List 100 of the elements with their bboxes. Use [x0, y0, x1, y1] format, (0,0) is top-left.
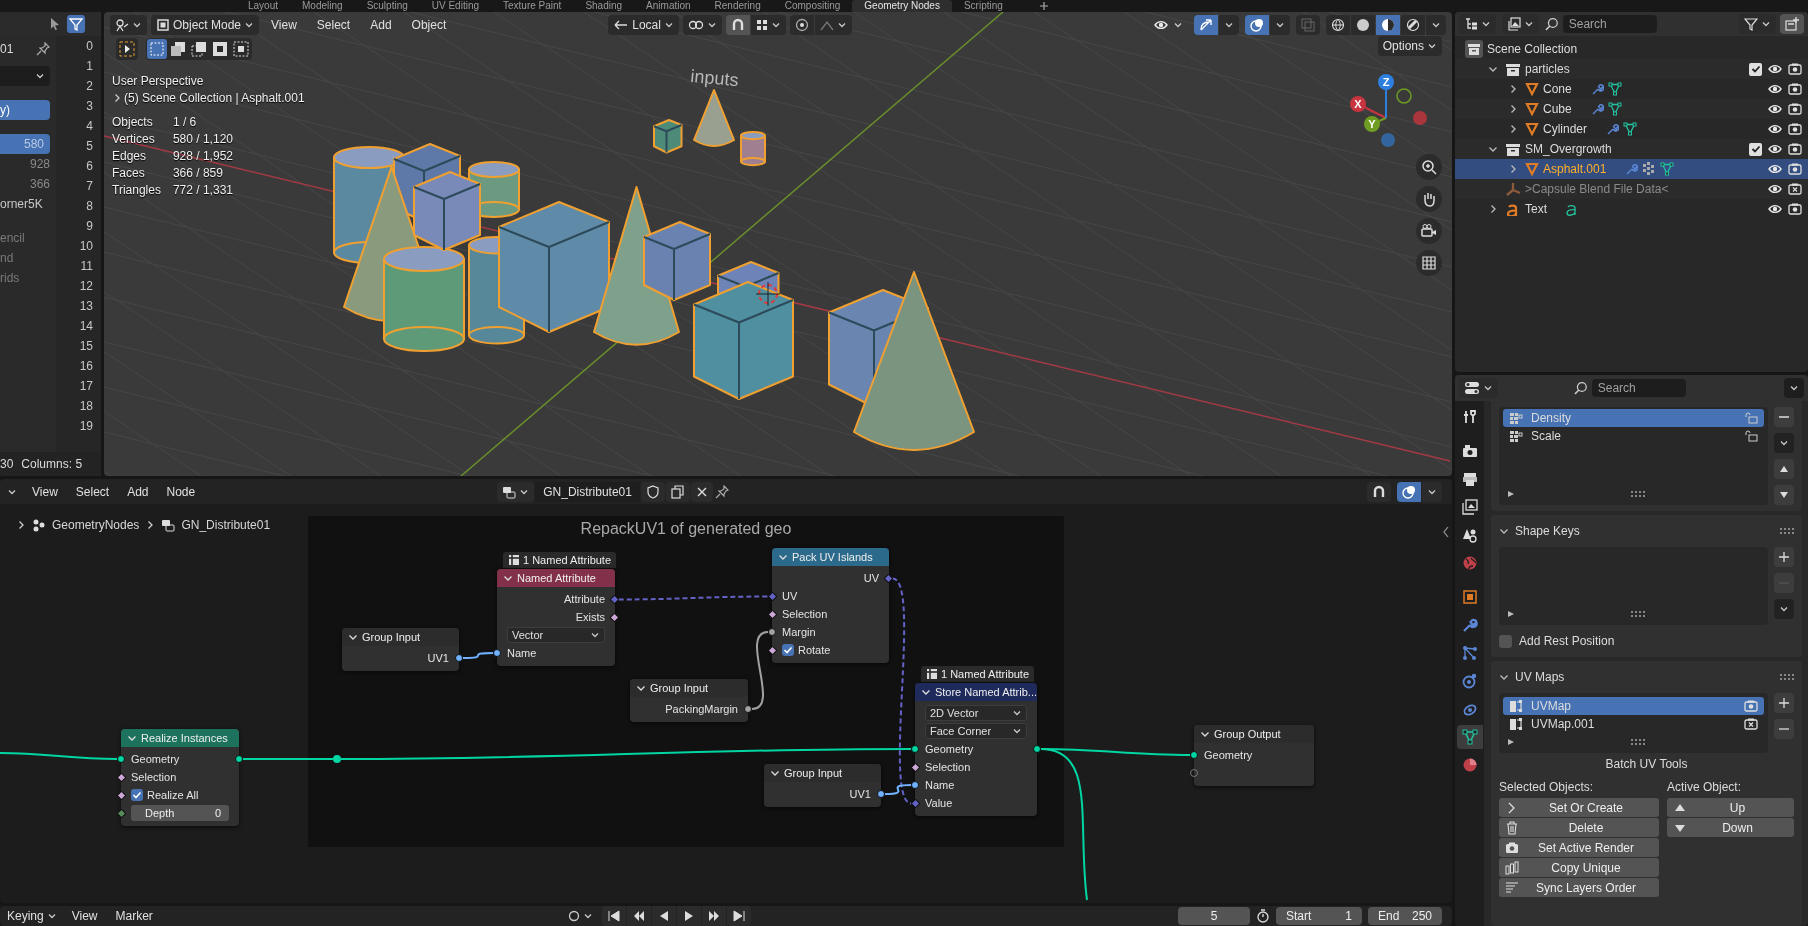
workspace-tab[interactable]: Texture Paint	[491, 0, 574, 12]
tool-button[interactable]: Set Or Create	[1499, 798, 1659, 817]
row-number: 2	[86, 78, 93, 95]
list-item[interactable]: 928	[0, 154, 56, 174]
node-title: Group Input	[650, 682, 709, 695]
node-badge-label: 1 Named Attribute	[941, 668, 1030, 681]
tree-item[interactable]: Asphalt.001	[1455, 159, 1808, 179]
row-number: 3	[86, 98, 93, 115]
row-number: 7	[86, 178, 93, 195]
socket-label: Name	[925, 779, 955, 792]
workspace-tab[interactable]: Layout	[236, 0, 291, 12]
menu-item[interactable]: Select	[67, 481, 118, 502]
tree-item[interactable]: Text	[1455, 199, 1808, 219]
dropdown[interactable]: Face Corner	[925, 723, 1027, 740]
list-item[interactable]: UVMap.001	[1503, 715, 1764, 733]
dropdown[interactable]: 2D Vector	[925, 705, 1027, 722]
stat-value: 366 / 859	[172, 165, 224, 182]
menu-item[interactable]: Node	[158, 481, 204, 502]
keying-dropdown[interactable]: Keying	[2, 906, 62, 926]
start-frame-field[interactable]: Start 1	[1276, 907, 1362, 925]
breadcrumb-item[interactable]: GeometryNodes	[52, 518, 140, 533]
end-frame-field[interactable]: End 250	[1368, 907, 1442, 925]
row-number: 6	[86, 158, 93, 175]
navigation-gizmo[interactable]: X Y Z	[1350, 74, 1427, 147]
item-label: Cone	[1543, 82, 1572, 96]
panel-header[interactable]: UV Maps	[1499, 667, 1794, 687]
menu-item[interactable]: Add	[362, 15, 400, 35]
row-number: 16	[79, 358, 93, 375]
dropdown[interactable]: Vector	[507, 627, 605, 644]
axis-label: Y	[1368, 118, 1376, 130]
tool-button[interactable]: Delete	[1499, 818, 1659, 837]
menu-item[interactable]: Add	[119, 481, 157, 502]
breadcrumb-item[interactable]: GN_Distribute01	[181, 518, 271, 533]
row-number: 15	[79, 338, 93, 355]
node-header[interactable]: Group Output	[1194, 725, 1314, 744]
tree-item[interactable]: Cylinder	[1455, 119, 1808, 139]
workspace-tab[interactable]: Scripting	[951, 0, 1015, 12]
stat-value: 580 / 1,120	[172, 131, 233, 148]
socket-label: Geometry	[1204, 749, 1253, 762]
node-header[interactable]: Store Named Attrib...	[915, 683, 1037, 702]
list-item[interactable]: Density	[1503, 409, 1764, 427]
menu-item[interactable]: Object	[403, 15, 455, 35]
node-header[interactable]: Group Input	[342, 628, 459, 647]
tree-item[interactable]: Cone	[1455, 79, 1808, 99]
tool-button[interactable]: Down	[1667, 818, 1794, 837]
row-number: 0	[86, 38, 93, 55]
stat-label: Objects	[112, 114, 154, 131]
workspace-tab[interactable]: Rendering	[702, 0, 773, 12]
number-field[interactable]: Depth 0	[131, 805, 229, 822]
orientation-dropdown[interactable]: Local	[608, 15, 679, 35]
socket-label: Selection	[131, 771, 177, 784]
workspace-tab[interactable]: Compositing	[772, 0, 853, 12]
row-number: 11	[80, 258, 93, 275]
frame-field[interactable]: 5	[1178, 907, 1250, 925]
menu-item[interactable]: View	[263, 15, 305, 35]
list-item[interactable]: y)	[0, 100, 50, 120]
tool-button[interactable]: Set Active Render	[1499, 838, 1659, 857]
node-header[interactable]: Named Attribute	[497, 569, 615, 588]
row-number: 18	[79, 398, 93, 415]
tree-item[interactable]: Scene Collection	[1455, 39, 1808, 59]
list-item[interactable]: Scale	[1503, 427, 1764, 445]
node-title: Named Attribute	[517, 572, 596, 585]
socket-label: Selection	[925, 761, 971, 774]
tool-button[interactable]: Sync Layers Order	[1499, 878, 1659, 897]
list-item[interactable]: UVMap	[1503, 697, 1764, 715]
menu-item[interactable]: Select	[308, 15, 359, 35]
list-item[interactable]: 366	[0, 174, 56, 194]
menu-item[interactable]: View	[24, 481, 66, 502]
tool-button[interactable]: Copy Unique	[1499, 858, 1659, 877]
section-label: Selected Objects:	[1499, 779, 1595, 796]
context-label: (5) Scene Collection | Asphalt.001	[124, 90, 305, 105]
node-header[interactable]: Pack UV Islands	[772, 548, 889, 567]
row-number: 9	[86, 218, 93, 235]
panel-header[interactable]: Shape Keys	[1499, 521, 1794, 541]
row-number: 5	[86, 138, 93, 155]
list-item[interactable]: orner5K	[0, 194, 56, 214]
workspace-tab[interactable]: Geometry Nodes	[852, 0, 952, 12]
menu-item[interactable]: Marker	[107, 906, 161, 926]
search-field[interactable]: Search	[1562, 15, 1657, 33]
node-header[interactable]: Group Input	[630, 679, 748, 698]
workspace-tab[interactable]: UV Editing	[419, 0, 491, 12]
socket-label: Margin	[782, 626, 816, 639]
node-header[interactable]: Group Input	[764, 764, 881, 783]
menu-item[interactable]: View	[63, 906, 106, 926]
section-label: Active Object:	[1667, 779, 1743, 796]
workspace-tab[interactable]: Animation	[634, 0, 703, 12]
node-header[interactable]: Realize Instances	[121, 729, 239, 748]
workspace-tab[interactable]: Modeling	[290, 0, 355, 12]
workspace-tab[interactable]: Sculpting	[354, 0, 420, 12]
mode-dropdown[interactable]: Object Mode	[151, 15, 260, 35]
view-name: User Perspective	[112, 72, 204, 89]
node-title: Group Input	[784, 767, 843, 780]
node-tree-name-field[interactable]: GN_Distribute01	[535, 481, 640, 502]
stat-label: Faces	[112, 165, 146, 182]
workspace-tab[interactable]: Shading	[573, 0, 635, 12]
socket-label: UV	[863, 572, 879, 585]
search-field[interactable]: Search	[1591, 379, 1686, 397]
stat-value: 772 / 1,331	[172, 182, 233, 199]
options-dropdown[interactable]: Options	[1377, 36, 1442, 56]
tool-button[interactable]: Up	[1667, 798, 1794, 817]
